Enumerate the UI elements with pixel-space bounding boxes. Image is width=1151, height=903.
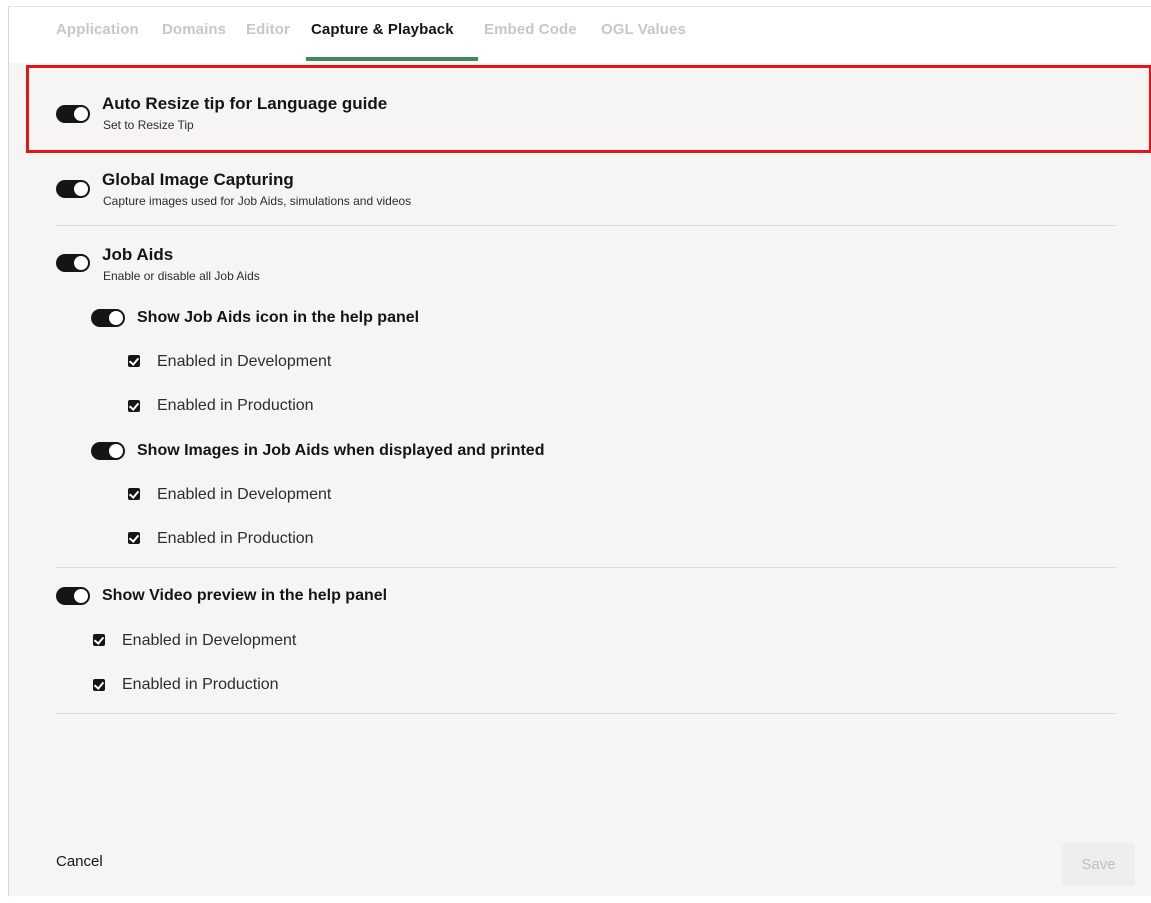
- divider: [56, 713, 1116, 714]
- check-icon: [128, 488, 140, 499]
- job-aids-icon-prod-label: Enabled in Production: [157, 397, 314, 414]
- video-preview-title: Show Video preview in the help panel: [102, 587, 388, 604]
- job-aids-icon-prod-checkbox[interactable]: [128, 400, 140, 412]
- tab-embed-code[interactable]: Embed Code: [484, 21, 577, 38]
- tab-editor[interactable]: Editor: [246, 21, 290, 38]
- tab-bar: Application Domains Editor Capture & Pla…: [9, 7, 1151, 63]
- active-tab-indicator: [306, 57, 478, 61]
- job-aids-icon-dev-checkbox[interactable]: [128, 355, 140, 367]
- check-icon: [128, 355, 140, 366]
- global-image-capturing-toggle[interactable]: [56, 180, 90, 198]
- toggle-knob: [74, 589, 88, 603]
- divider: [56, 225, 1116, 226]
- check-icon: [93, 634, 105, 645]
- job-aids-images-toggle[interactable]: [91, 442, 125, 460]
- auto-resize-description: Set to Resize Tip: [103, 118, 194, 132]
- check-icon: [128, 400, 140, 411]
- video-preview-dev-label: Enabled in Development: [122, 632, 297, 649]
- divider: [56, 150, 1116, 151]
- job-aids-images-prod-checkbox[interactable]: [128, 532, 140, 544]
- job-aids-description: Enable or disable all Job Aids: [103, 269, 260, 283]
- auto-resize-toggle[interactable]: [56, 105, 90, 123]
- save-button[interactable]: Save: [1062, 843, 1135, 886]
- toggle-knob: [74, 182, 88, 196]
- job-aids-toggle[interactable]: [56, 254, 90, 272]
- toggle-knob: [74, 256, 88, 270]
- job-aids-icon-title: Show Job Aids icon in the help panel: [137, 309, 420, 326]
- job-aids-title: Job Aids: [102, 245, 174, 264]
- divider: [56, 567, 1116, 568]
- toggle-knob: [109, 444, 123, 458]
- auto-resize-title: Auto Resize tip for Language guide: [102, 94, 388, 113]
- check-icon: [128, 532, 140, 543]
- global-image-capturing-description: Capture images used for Job Aids, simula…: [103, 194, 412, 208]
- check-icon: [93, 679, 105, 690]
- video-preview-dev-checkbox[interactable]: [93, 634, 105, 646]
- cancel-button[interactable]: Cancel: [56, 853, 103, 870]
- job-aids-icon-dev-label: Enabled in Development: [157, 353, 332, 370]
- global-image-capturing-title: Global Image Capturing: [102, 170, 294, 189]
- video-preview-prod-label: Enabled in Production: [122, 676, 279, 693]
- settings-dialog: Application Domains Editor Capture & Pla…: [8, 6, 1151, 896]
- job-aids-images-prod-label: Enabled in Production: [157, 530, 314, 547]
- tab-ogl-values[interactable]: OGL Values: [601, 21, 686, 38]
- job-aids-images-title: Show Images in Job Aids when displayed a…: [137, 442, 545, 459]
- job-aids-images-dev-checkbox[interactable]: [128, 488, 140, 500]
- job-aids-images-dev-label: Enabled in Development: [157, 486, 332, 503]
- tab-domains[interactable]: Domains: [162, 21, 226, 38]
- job-aids-icon-toggle[interactable]: [91, 309, 125, 327]
- toggle-knob: [109, 311, 123, 325]
- video-preview-prod-checkbox[interactable]: [93, 679, 105, 691]
- tab-capture-playback[interactable]: Capture & Playback: [311, 21, 454, 38]
- tab-application[interactable]: Application: [56, 21, 139, 38]
- toggle-knob: [74, 107, 88, 121]
- video-preview-toggle[interactable]: [56, 587, 90, 605]
